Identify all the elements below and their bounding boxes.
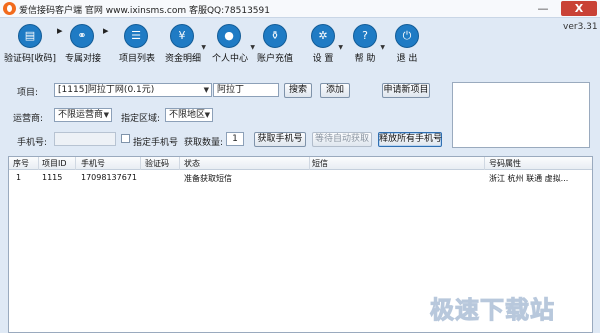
toolbar-label: 资金明细	[164, 54, 201, 64]
column-header-project-id[interactable]: 项目ID	[42, 158, 67, 169]
toolbar-settings[interactable]: ✲ 设 置 ▼	[303, 24, 343, 68]
title-bar: 爱信接码客户端 官网 www.ixinsms.com 客服QQ:78513591…	[0, 0, 600, 18]
toolbar-recharge[interactable]: ⚱ 账户充值	[254, 24, 296, 68]
toolbar-help[interactable]: ? 帮 助 ▼	[345, 24, 385, 68]
toolbar-label: 帮 助	[354, 54, 376, 64]
cell-phone: 17098137671	[81, 173, 137, 182]
gear-icon: ✲	[311, 24, 335, 48]
chevron-down-icon: ▼	[103, 111, 109, 119]
toolbar-sms-code[interactable]: ▤ 验证码[收码]	[4, 24, 56, 68]
chevron-right-icon: ▸	[57, 24, 63, 37]
region-select[interactable]: 不限地区 ▼	[165, 108, 213, 122]
column-divider[interactable]	[179, 157, 180, 170]
column-header-phone[interactable]: 手机号	[81, 158, 105, 169]
sms-code-icon: ▤	[18, 24, 42, 48]
watermark: 极速下载站	[430, 296, 555, 325]
column-header-code[interactable]: 验证码	[145, 158, 169, 169]
chevron-down-icon: ▼	[338, 44, 343, 51]
column-header-attr[interactable]: 号码属性	[489, 158, 521, 169]
toolbar-label: 退 出	[396, 54, 418, 64]
get-count-input[interactable]: 1	[226, 132, 244, 146]
toolbar-funds-detail[interactable]: ¥ 资金明细 ▼	[160, 24, 206, 68]
add-button[interactable]: 添加	[320, 83, 350, 98]
region-select-value: 不限地区	[169, 110, 206, 120]
cell-project-id: 1115	[42, 173, 63, 182]
link-icon: ⚭	[70, 24, 94, 48]
toolbar-exit[interactable]: ⏻ 退 出	[387, 24, 427, 68]
region-label: 指定区域:	[121, 114, 161, 124]
toolbar-label: 验证码[收码]	[4, 54, 57, 64]
toolbar-label: 设 置	[312, 54, 334, 64]
toolbar-label: 账户充值	[256, 54, 293, 64]
chevron-down-icon: ▼	[204, 111, 210, 119]
minimize-button[interactable]: —	[533, 1, 553, 16]
project-search-input[interactable]: 阿拉丁	[213, 83, 279, 97]
ledger-icon: ¥	[170, 24, 194, 48]
recharge-icon: ⚱	[263, 24, 287, 48]
carrier-label: 运营商:	[13, 114, 44, 124]
chevron-down-icon: ▼	[380, 44, 385, 51]
table-header: 序号 项目ID 手机号 验证码 状态 短信 号码属性	[9, 157, 592, 170]
chevron-right-icon: ▸	[103, 24, 109, 37]
toolbar-personal-center[interactable]: ● 个人中心 ▼	[205, 24, 255, 68]
project-select-value: [1115]阿拉丁网(0.1元)	[58, 85, 155, 95]
column-header-index[interactable]: 序号	[13, 158, 29, 169]
wait-auto-button[interactable]: 等待自动获取	[312, 132, 372, 147]
apply-project-button[interactable]: 申请新项目	[382, 83, 430, 98]
column-header-status[interactable]: 状态	[184, 158, 200, 169]
toolbar-label: 项目列表	[118, 54, 155, 64]
toolbar-label: 个人中心	[211, 54, 248, 64]
list-icon: ☰	[124, 24, 148, 48]
search-button[interactable]: 搜索	[284, 83, 312, 98]
get-count-value: 1	[232, 134, 238, 144]
cell-status: 准备获取短信	[184, 174, 232, 183]
close-button[interactable]: X	[561, 1, 597, 16]
column-divider[interactable]	[140, 157, 141, 170]
app-logo-icon	[3, 2, 16, 15]
project-label: 项目:	[17, 88, 39, 98]
column-divider[interactable]	[309, 157, 310, 170]
window-title: 爱信接码客户端 官网 www.ixinsms.com 客服QQ:78513591	[19, 6, 270, 16]
cell-index: 1	[16, 173, 22, 182]
phone-label: 手机号:	[17, 138, 48, 148]
toolbar-project-list[interactable]: ☰ 项目列表	[114, 24, 160, 68]
column-divider[interactable]	[75, 157, 76, 170]
carrier-select-value: 不限运营商	[58, 110, 104, 120]
column-divider[interactable]	[38, 157, 39, 170]
toolbar-exclusive-link[interactable]: ⚭ 专属对接	[60, 24, 106, 68]
specify-phone-label: 指定手机号	[133, 138, 179, 148]
table-row[interactable]: 1 1115 17098137671 准备获取短信 浙江 杭州 联通 虚拟...	[9, 171, 592, 184]
specify-phone-checkbox[interactable]	[121, 134, 130, 143]
power-icon: ⏻	[395, 24, 419, 48]
project-search-value: 阿拉丁	[217, 85, 245, 95]
phone-input[interactable]	[54, 132, 116, 146]
column-header-sms[interactable]: 短信	[312, 158, 328, 169]
toolbar-label: 专属对接	[64, 54, 101, 64]
get-phone-button[interactable]: 获取手机号	[254, 132, 306, 147]
chevron-down-icon: ▼	[203, 86, 209, 94]
get-count-label: 获取数量:	[184, 138, 224, 148]
cell-number-attr: 浙江 杭州 联通 虚拟...	[489, 174, 569, 183]
user-icon: ●	[217, 24, 241, 48]
toolbar: ▤ 验证码[收码] ⚭ 专属对接 ☰ 项目列表 ¥ 资金明细 ▼ ● 个人中心 …	[0, 18, 600, 68]
query-form: 项目: [1115]阿拉丁网(0.1元) ▼ 阿拉丁 搜索 添加 申请新项目 运…	[8, 76, 448, 151]
project-select[interactable]: [1115]阿拉丁网(0.1元) ▼	[54, 83, 212, 97]
carrier-select[interactable]: 不限运营商 ▼	[54, 108, 112, 122]
release-all-button[interactable]: 释放所有手机号	[378, 132, 442, 147]
help-icon: ?	[353, 24, 377, 48]
side-panel	[452, 82, 590, 148]
column-divider[interactable]	[484, 157, 485, 170]
